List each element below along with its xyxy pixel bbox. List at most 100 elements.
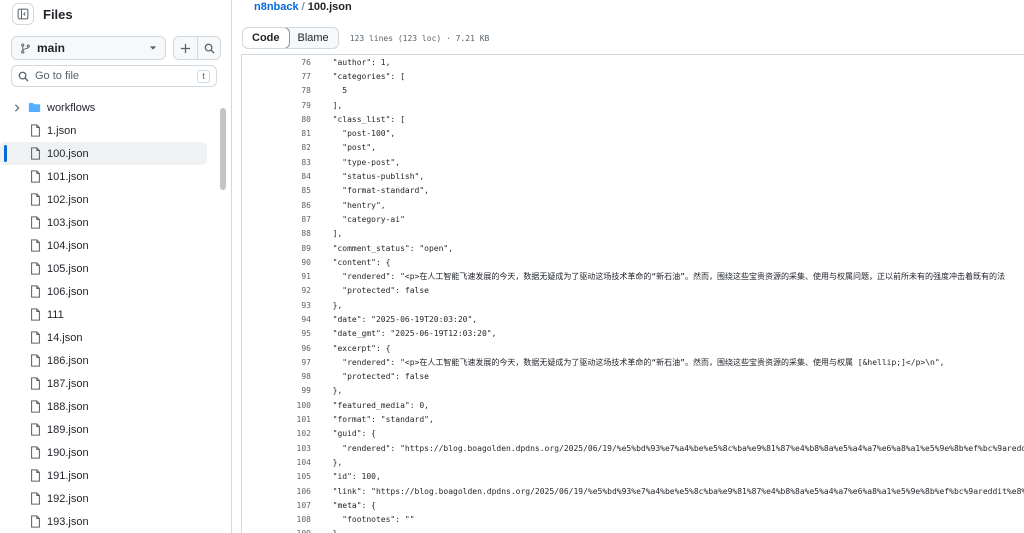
line-content: "content": { bbox=[323, 257, 391, 267]
line-content: "categories": [ bbox=[323, 71, 405, 81]
tab-blame[interactable]: Blame bbox=[289, 28, 338, 48]
line-number[interactable]: 79 bbox=[242, 101, 311, 110]
code-line: 105 "id": 100, bbox=[242, 470, 1024, 484]
line-content: "category-ai" bbox=[323, 214, 405, 224]
line-content: "comment_status": "open", bbox=[323, 243, 454, 253]
line-number[interactable]: 90 bbox=[242, 258, 311, 267]
tree-file-item[interactable]: 189.json bbox=[0, 418, 216, 441]
line-content: "id": 100, bbox=[323, 472, 381, 482]
line-number[interactable]: 93 bbox=[242, 301, 311, 310]
tree-file-item[interactable]: 192.json bbox=[0, 487, 216, 510]
line-number[interactable]: 107 bbox=[242, 501, 311, 510]
branch-row: main bbox=[11, 36, 221, 60]
line-number[interactable]: 99 bbox=[242, 386, 311, 395]
collapse-sidebar-button[interactable] bbox=[12, 3, 34, 25]
line-number[interactable]: 106 bbox=[242, 487, 311, 496]
code-line: 89 "comment_status": "open", bbox=[242, 241, 1024, 255]
line-content: "protected": false bbox=[323, 372, 429, 382]
line-number[interactable]: 92 bbox=[242, 286, 311, 295]
tree-file-item[interactable]: 187.json bbox=[0, 372, 216, 395]
line-number[interactable]: 103 bbox=[242, 444, 311, 453]
line-content: "featured_media": 0, bbox=[323, 400, 429, 410]
file-viewer: n8nback / 100.json Code Blame 123 lines … bbox=[233, 0, 1024, 533]
line-number[interactable]: 78 bbox=[242, 86, 311, 95]
chevron-right-icon[interactable] bbox=[13, 103, 21, 112]
line-content: }, bbox=[323, 457, 343, 467]
line-number[interactable]: 82 bbox=[242, 143, 311, 152]
line-number[interactable]: 86 bbox=[242, 201, 311, 210]
code-line: 97 "rendered": "<p>在人工智能飞速发展的今天，数据无疑成为了驱… bbox=[242, 355, 1024, 369]
tree-file-item[interactable]: 186.json bbox=[0, 349, 216, 372]
breadcrumb: n8nback / 100.json bbox=[254, 0, 352, 14]
line-content: "author": 1, bbox=[323, 57, 391, 67]
line-number[interactable]: 96 bbox=[242, 344, 311, 353]
tree-file-item[interactable]: 1.json bbox=[0, 119, 216, 142]
line-number[interactable]: 98 bbox=[242, 372, 311, 381]
tree-file-item[interactable]: 190.json bbox=[0, 441, 216, 464]
code-line: 95 "date_gmt": "2025-06-19T12:03:20", bbox=[242, 327, 1024, 341]
tree-file-item[interactable]: 193.json bbox=[0, 510, 216, 533]
sidebar-scrollbar[interactable] bbox=[220, 108, 226, 190]
file-icon bbox=[31, 124, 40, 137]
tree-file-item[interactable]: 104.json bbox=[0, 234, 216, 257]
line-number[interactable]: 91 bbox=[242, 272, 311, 281]
line-content: "rendered": "https://blog.boagolden.dpdn… bbox=[323, 443, 1024, 453]
breadcrumb-repo-link[interactable]: n8nback bbox=[254, 1, 299, 13]
tree-item-label: 192.json bbox=[47, 492, 89, 505]
tree-file-item[interactable]: 106.json bbox=[0, 280, 216, 303]
tree-file-item[interactable]: 102.json bbox=[0, 188, 216, 211]
line-number[interactable]: 85 bbox=[242, 186, 311, 195]
search-files-button[interactable] bbox=[197, 37, 220, 59]
line-number[interactable]: 76 bbox=[242, 58, 311, 67]
tree-file-item[interactable]: 105.json bbox=[0, 257, 216, 280]
line-number[interactable]: 102 bbox=[242, 429, 311, 438]
code-line: 81 "post-100", bbox=[242, 126, 1024, 140]
tree-folder-item[interactable]: workflows bbox=[0, 96, 216, 119]
go-to-file-placeholder: Go to file bbox=[35, 70, 80, 82]
code-line: 94 "date": "2025-06-19T20:03:20", bbox=[242, 312, 1024, 326]
file-icon bbox=[31, 469, 40, 482]
tab-code[interactable]: Code bbox=[242, 28, 290, 48]
go-to-file-input[interactable]: Go to file t bbox=[11, 65, 217, 87]
tree-file-item[interactable]: 111 bbox=[0, 303, 216, 326]
tree-file-item[interactable]: 14.json bbox=[0, 326, 216, 349]
sidebar-header: Files bbox=[10, 2, 73, 26]
tree-file-item[interactable]: 191.json bbox=[0, 464, 216, 487]
sidebar-title: Files bbox=[43, 6, 73, 22]
line-number[interactable]: 77 bbox=[242, 72, 311, 81]
code-line: 92 "protected": false bbox=[242, 284, 1024, 298]
branch-selector-button[interactable]: main bbox=[11, 36, 166, 60]
line-number[interactable]: 109 bbox=[242, 529, 311, 533]
line-number[interactable]: 100 bbox=[242, 401, 311, 410]
line-content: "rendered": "<p>在人工智能飞速发展的今天，数据无疑成为了驱动这场… bbox=[323, 357, 945, 367]
line-content: "footnotes": "" bbox=[323, 515, 415, 525]
tree-file-item[interactable]: 103.json bbox=[0, 211, 216, 234]
chevron-down-icon bbox=[149, 46, 157, 50]
tree-item-label: 186.json bbox=[47, 354, 89, 367]
line-number[interactable]: 80 bbox=[242, 115, 311, 124]
code-line: 76 "author": 1, bbox=[242, 55, 1024, 69]
line-number[interactable]: 104 bbox=[242, 458, 311, 467]
tree-file-item[interactable]: 188.json bbox=[0, 395, 216, 418]
file-icon bbox=[31, 216, 40, 229]
line-number[interactable]: 105 bbox=[242, 472, 311, 481]
tree-item-label: 100.json bbox=[47, 147, 89, 160]
line-number[interactable]: 88 bbox=[242, 229, 311, 238]
line-number[interactable]: 108 bbox=[242, 515, 311, 524]
file-icon bbox=[31, 193, 40, 206]
line-number[interactable]: 97 bbox=[242, 358, 311, 367]
file-icon bbox=[31, 354, 40, 367]
line-number[interactable]: 87 bbox=[242, 215, 311, 224]
sidebar-actions bbox=[173, 36, 221, 60]
line-number[interactable]: 81 bbox=[242, 129, 311, 138]
tree-file-item[interactable]: 100.json bbox=[0, 142, 207, 165]
tree-file-item[interactable]: 101.json bbox=[0, 165, 216, 188]
add-file-button[interactable] bbox=[174, 37, 197, 59]
code-line: 100 "featured_media": 0, bbox=[242, 398, 1024, 412]
line-number[interactable]: 95 bbox=[242, 329, 311, 338]
line-number[interactable]: 84 bbox=[242, 172, 311, 181]
line-number[interactable]: 94 bbox=[242, 315, 311, 324]
line-number[interactable]: 101 bbox=[242, 415, 311, 424]
line-number[interactable]: 83 bbox=[242, 158, 311, 167]
line-number[interactable]: 89 bbox=[242, 244, 311, 253]
